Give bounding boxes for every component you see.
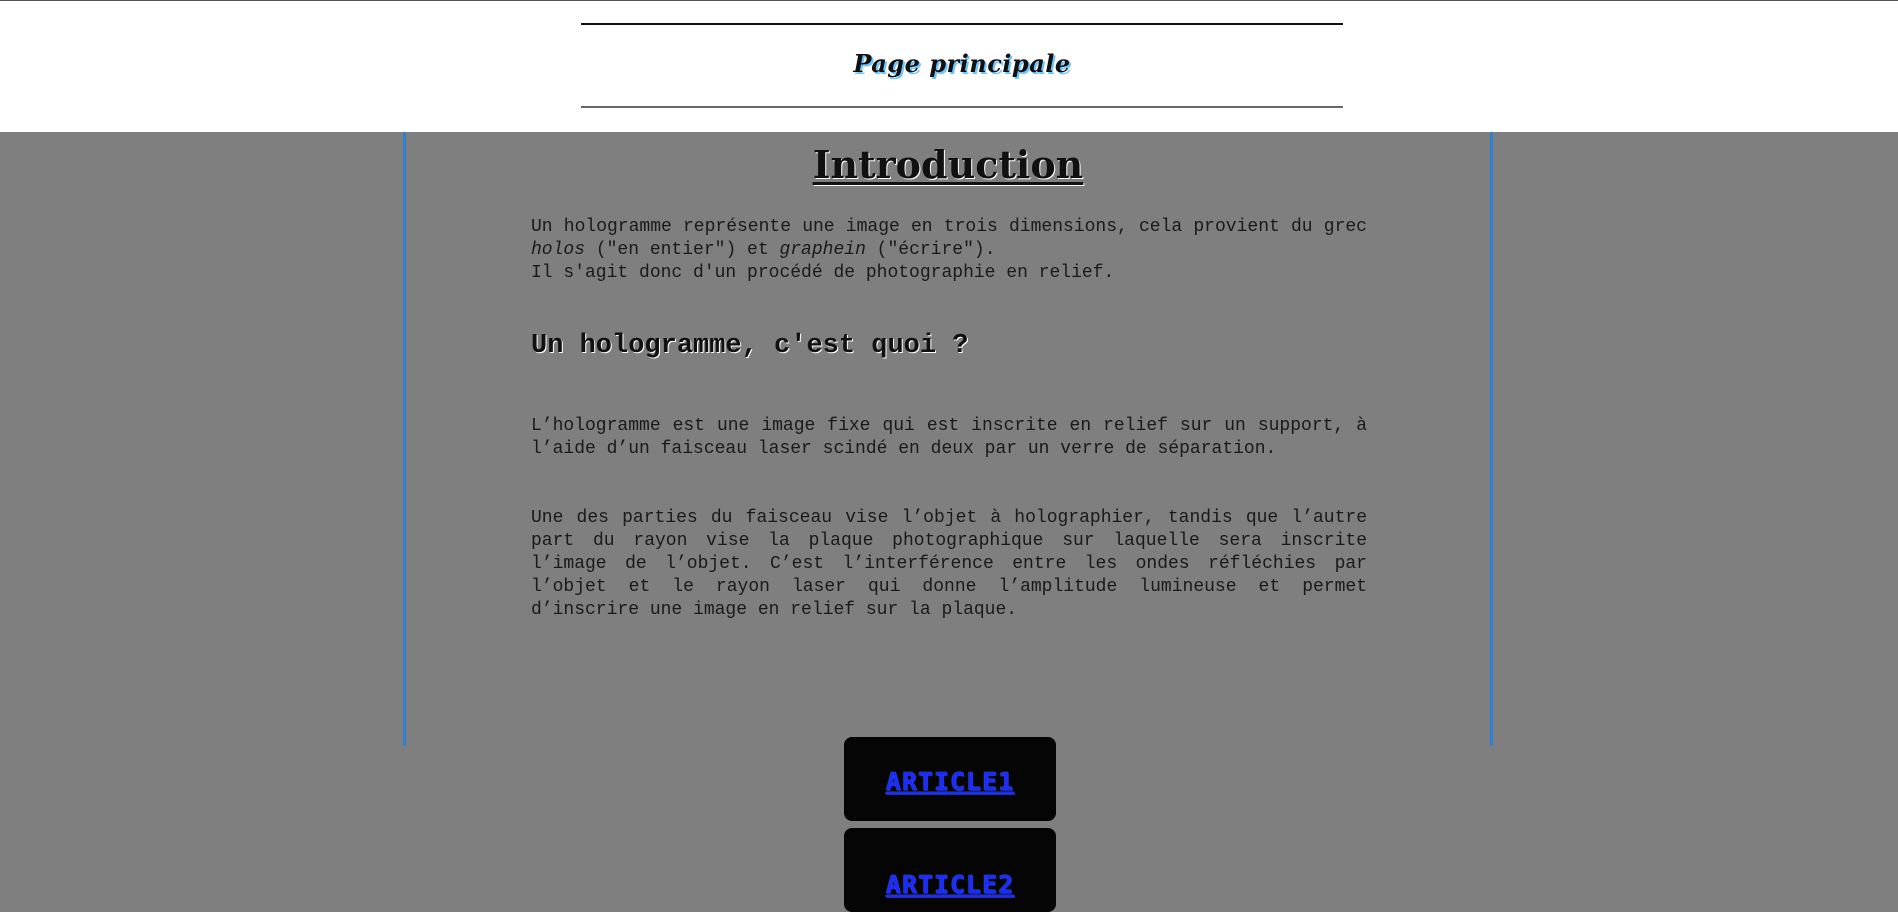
intro-text-1: Un hologramme représente une image en tr…: [531, 217, 1367, 237]
intro-word-holos: holos: [531, 240, 586, 260]
intro-text-2: ("en entier") et: [585, 240, 780, 260]
intro-text-3: ("écrire").: [865, 240, 996, 260]
section-title-introduction: Introduction: [812, 142, 1084, 187]
body-paragraph-2: Une des parties du faisceau vise l’objet…: [531, 508, 1367, 620]
article2-link[interactable]: ARTICLE2: [886, 870, 1014, 899]
intro-word-graphein: graphein: [779, 240, 866, 260]
header-divider-top: [581, 23, 1343, 25]
article2-button[interactable]: ARTICLE2: [844, 828, 1056, 912]
body-paragraph-1: L’hologramme est une image fixe qui est …: [531, 416, 1367, 459]
page-title: Page principale: [853, 49, 1071, 78]
intro-paragraph: Un hologramme représente une image en tr…: [531, 216, 1367, 285]
article1-link[interactable]: ARTICLE1: [886, 767, 1014, 796]
article1-button[interactable]: ARTICLE1: [844, 737, 1056, 821]
header-divider-bottom: [581, 106, 1343, 108]
section-heading-what-is-hologram: Un hologramme, c'est quoi ?: [531, 331, 969, 361]
intro-line-2: Il s'agit donc d'un procédé de photograp…: [531, 263, 1115, 283]
page-header: Page principale: [0, 1, 1898, 132]
